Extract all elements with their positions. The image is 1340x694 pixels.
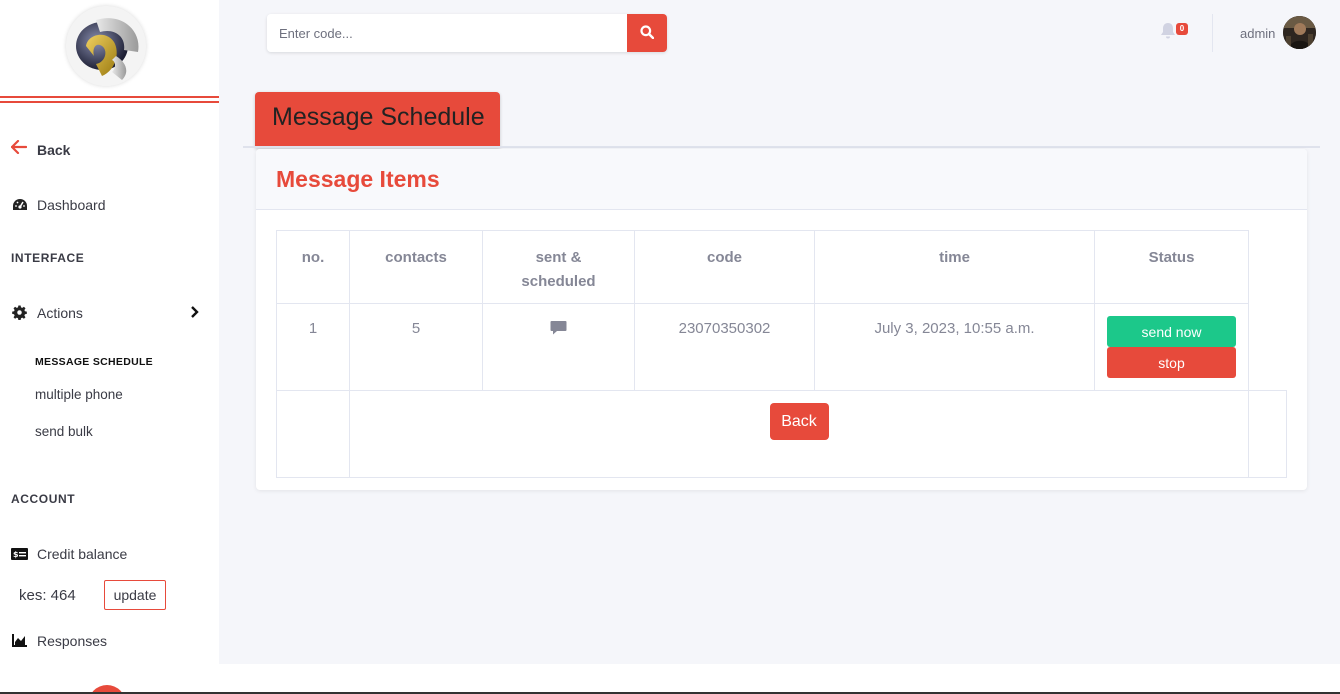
divider (243, 146, 1320, 148)
money-check-icon: $ (11, 545, 28, 562)
cell-time: July 3, 2023, 10:55 a.m. (814, 303, 1095, 391)
svg-text:$: $ (13, 550, 19, 559)
sidebar-item-responses[interactable]: Responses (11, 632, 107, 649)
sidebar-back-link[interactable]: Back (10, 139, 71, 159)
search-input[interactable] (267, 14, 627, 52)
cell-code: 23070350302 (634, 303, 815, 391)
brand-logo[interactable] (66, 6, 146, 86)
alerts-count-badge: 0 (1176, 23, 1188, 35)
sidebar-subitem-multiple-phone[interactable]: multiple phone (35, 387, 123, 402)
sidebar-back-label: Back (37, 141, 71, 158)
sidebar-item-label: Credit balance (37, 545, 128, 562)
cell-back: Back (349, 390, 1249, 478)
credit-balance-value: kes: 464 (19, 586, 76, 604)
tab-title: Message Schedule (272, 103, 485, 131)
table-row: Back (276, 390, 1287, 478)
back-button[interactable]: Back (769, 403, 829, 440)
sidebar-item-credit-balance[interactable]: $ Credit balance (11, 545, 127, 562)
sidebar-item-dashboard[interactable]: Dashboard (11, 196, 106, 213)
chevron-right-icon[interactable] (190, 305, 200, 324)
sidebar-subitem-message-schedule[interactable]: MESSAGE SCHEDULE (35, 356, 153, 368)
divider (0, 101, 219, 103)
column-header-status: Status (1094, 230, 1249, 304)
main-content: 0 admin Message Schedule Message Items n… (219, 0, 1340, 664)
credit-balance-row: kes: 464 update (19, 580, 166, 610)
arrow-left-icon (10, 139, 28, 159)
divider (0, 96, 219, 98)
send-now-button[interactable]: send now (1107, 316, 1236, 347)
sidebar-item-label: Responses (37, 632, 108, 649)
update-button[interactable]: update (104, 580, 166, 610)
sidebar-subitem-send-bulk[interactable]: send bulk (35, 424, 93, 439)
column-header-time: time (814, 230, 1095, 304)
cell-no: 1 (276, 303, 350, 391)
table-spacer (1248, 230, 1287, 304)
column-header-no: no. (276, 230, 350, 304)
table-spacer (1248, 303, 1287, 391)
message-items-table: no. contacts sent & scheduled code time … (276, 230, 1287, 478)
table-row: 1 5 23070350302 July 3, 2023, 10:55 a.m.… (276, 303, 1287, 391)
cell-contacts: 5 (349, 303, 483, 391)
tachometer-icon (11, 196, 28, 213)
stop-button[interactable]: stop (1107, 347, 1236, 378)
card-title: Message Items (276, 166, 440, 192)
column-header-contacts: contacts (349, 230, 483, 304)
cell-status: send now stop (1094, 303, 1249, 391)
topbar-divider (1212, 14, 1213, 52)
comment-icon[interactable] (550, 320, 567, 340)
cell-empty (1248, 390, 1287, 478)
sidebar-item-actions[interactable]: Actions (11, 304, 83, 321)
sidebar: Back Dashboard INTERFACE Actions MESSAGE… (0, 0, 219, 664)
card-header: Message Items (256, 149, 1307, 210)
sidebar-heading-interface: INTERFACE (11, 251, 85, 265)
tab-message-schedule[interactable]: Message Schedule (255, 92, 500, 148)
sidebar-heading-account: ACCOUNT (11, 492, 76, 506)
bell-icon[interactable] (1160, 22, 1176, 45)
column-header-code: code (634, 230, 815, 304)
table-header-row: no. contacts sent & scheduled code time … (276, 230, 1287, 304)
search-button[interactable] (627, 14, 667, 52)
search-icon (640, 24, 655, 42)
sidebar-item-label: Actions (37, 304, 83, 321)
gear-icon (11, 304, 28, 321)
message-items-card: Message Items no. contacts sent & schedu… (256, 149, 1307, 490)
chart-area-icon (11, 632, 28, 649)
footer-strip (0, 664, 1340, 694)
user-name[interactable]: admin (1240, 26, 1275, 41)
sidebar-item-label: Dashboard (37, 196, 106, 213)
column-header-sent-scheduled: sent & scheduled (482, 230, 635, 304)
search-bar (267, 14, 667, 52)
cell-sent-scheduled (482, 303, 635, 391)
avatar[interactable] (1283, 16, 1316, 49)
cell-empty (276, 390, 350, 478)
